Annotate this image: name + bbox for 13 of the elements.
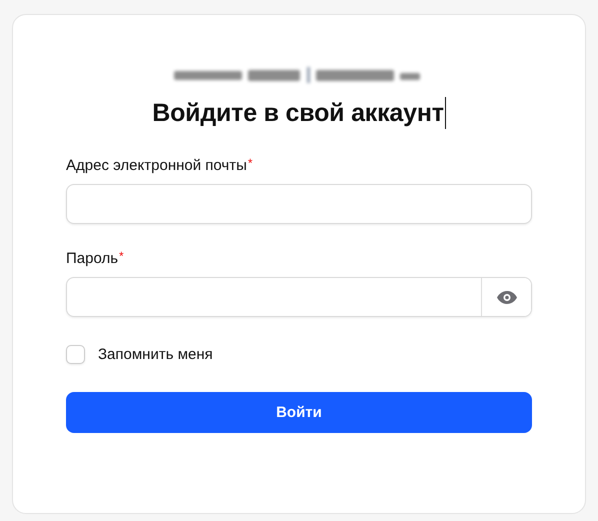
checkbox[interactable]: [66, 345, 85, 364]
eye-icon: [496, 290, 516, 304]
checkbox-label: Запомнить меня: [98, 346, 213, 363]
show-password-button[interactable]: [481, 278, 531, 316]
required-mark: *: [119, 250, 124, 262]
login-button[interactable]: Войти: [66, 392, 532, 433]
page-title: Войдите в свой аккаунт: [152, 98, 444, 128]
password-field[interactable]: [66, 277, 532, 317]
required-mark: *: [248, 157, 253, 169]
field-label: Пароль: [66, 250, 118, 267]
text-cursor: [444, 97, 446, 129]
field-label: Адрес электронной почты: [66, 157, 247, 174]
email-field[interactable]: [66, 184, 532, 224]
